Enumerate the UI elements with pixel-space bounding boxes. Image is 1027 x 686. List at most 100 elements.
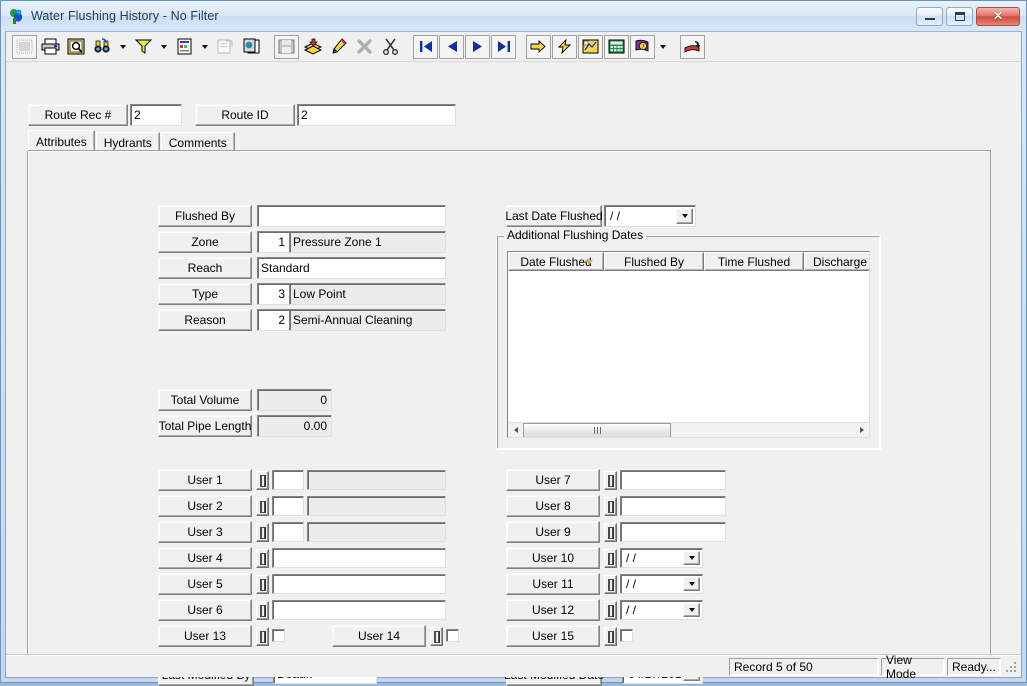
route-rec-field[interactable]: 2 (130, 104, 182, 126)
help-dropdown-button[interactable] (656, 35, 670, 59)
tab-attributes[interactable]: Attributes (28, 130, 95, 152)
scroll-left-button[interactable] (508, 423, 523, 438)
reach-field[interactable]: Standard (257, 257, 446, 279)
route-rec-label-button[interactable]: Route Rec # (28, 104, 128, 126)
tab-comments[interactable]: Comments (160, 132, 235, 152)
user-12-date-combo[interactable]: / / (620, 600, 703, 620)
grid-body[interactable] (508, 271, 869, 423)
export-icon[interactable] (680, 34, 705, 59)
user-8-lookup-icon[interactable] (604, 497, 617, 516)
user-5-text-field[interactable] (272, 574, 446, 594)
user-14-label-button[interactable]: User 14 (332, 625, 426, 647)
help-icon[interactable]: ? (630, 34, 655, 59)
reach-label-button[interactable]: Reach (158, 257, 252, 279)
scroll-right-button[interactable] (854, 423, 869, 438)
user-15-lookup-icon[interactable] (604, 627, 617, 646)
user-3-code-field[interactable] (272, 522, 304, 542)
last-record-icon[interactable] (491, 34, 516, 59)
flushed-by-label-button[interactable]: Flushed By (158, 205, 252, 227)
user-9-text-field[interactable] (620, 522, 726, 542)
zone-code-field[interactable]: 1 (257, 231, 290, 253)
report-icon[interactable] (172, 35, 197, 59)
cut-icon[interactable] (378, 35, 403, 59)
lightning-icon[interactable] (552, 34, 577, 59)
user-13-lookup-icon[interactable] (256, 627, 269, 646)
user-10-lookup-icon[interactable] (604, 549, 617, 568)
user-9-lookup-icon[interactable] (604, 523, 617, 542)
user-14-checkbox[interactable] (446, 629, 459, 642)
grid-column-date-flushed[interactable]: Date Flushed (508, 252, 604, 271)
tab-hydrants[interactable]: Hydrants (95, 132, 160, 152)
calculator-icon[interactable] (604, 34, 629, 59)
map-icon[interactable] (578, 34, 603, 59)
user-10-label-button[interactable]: User 10 (506, 547, 600, 569)
user-8-label-button[interactable]: User 8 (506, 495, 600, 517)
filter-icon[interactable] (131, 35, 156, 59)
user-4-label-button[interactable]: User 4 (158, 547, 252, 569)
find-dropdown-button[interactable] (116, 35, 130, 59)
user-7-label-button[interactable]: User 7 (506, 469, 600, 491)
user-7-text-field[interactable] (620, 470, 726, 490)
user-14-lookup-icon[interactable] (430, 627, 443, 646)
restore-button[interactable] (946, 6, 973, 26)
type-label-button[interactable]: Type (158, 283, 252, 305)
user-5-label-button[interactable]: User 5 (158, 573, 252, 595)
last-date-flushed-combo[interactable]: / / (604, 205, 696, 227)
user-1-lookup-icon[interactable] (256, 471, 269, 490)
user-1-code-field[interactable] (272, 470, 304, 490)
properties-icon[interactable] (213, 35, 238, 59)
last-date-flushed-label-button[interactable]: Last Date Flushed (505, 205, 603, 227)
scrollbar-thumb[interactable] (523, 422, 671, 437)
find-icon[interactable] (90, 35, 115, 59)
user-15-label-button[interactable]: User 15 (506, 625, 600, 647)
filter-dropdown-button[interactable] (157, 35, 171, 59)
user-3-lookup-icon[interactable] (256, 523, 269, 542)
print-icon[interactable] (38, 35, 63, 59)
previous-record-icon[interactable] (439, 34, 464, 59)
report-dropdown-button[interactable] (198, 35, 212, 59)
user-9-label-button[interactable]: User 9 (506, 521, 600, 543)
flushed-by-field[interactable] (257, 205, 446, 227)
grid-column-time-flushed[interactable]: Time Flushed (704, 252, 804, 271)
user-10-dropdown-button[interactable] (683, 551, 700, 565)
reason-code-field[interactable]: 2 (257, 309, 290, 331)
user-11-date-combo[interactable]: / / (620, 574, 703, 594)
reason-label-button[interactable]: Reason (158, 309, 252, 331)
route-id-field[interactable]: 2 (297, 104, 456, 126)
minimize-button[interactable] (916, 6, 943, 26)
route-id-label-button[interactable]: Route ID (195, 104, 295, 126)
flushing-dates-grid[interactable]: Date Flushed Flushed By Time Flushed Dis… (507, 251, 870, 438)
user-10-date-combo[interactable]: / / (620, 548, 703, 568)
user-4-lookup-icon[interactable] (256, 549, 269, 568)
next-record-icon[interactable] (465, 34, 490, 59)
user-6-lookup-icon[interactable] (256, 601, 269, 620)
user-15-checkbox[interactable] (620, 629, 633, 642)
user-8-text-field[interactable] (620, 496, 726, 516)
user-2-lookup-icon[interactable] (256, 497, 269, 516)
grid-column-discharge[interactable]: Discharge (804, 252, 869, 271)
user-6-text-field[interactable] (272, 600, 446, 620)
user-12-dropdown-button[interactable] (683, 603, 700, 617)
zone-label-button[interactable]: Zone (158, 231, 252, 253)
user-13-checkbox[interactable] (272, 629, 285, 642)
user-1-label-button[interactable]: User 1 (158, 469, 252, 491)
user-12-label-button[interactable]: User 12 (506, 599, 600, 621)
first-record-icon[interactable] (413, 34, 438, 59)
edit-record-icon[interactable] (326, 35, 351, 59)
grid-view-icon[interactable] (12, 34, 37, 59)
total-pipe-length-label-button[interactable]: Total Pipe Length (158, 415, 252, 437)
user-5-lookup-icon[interactable] (256, 575, 269, 594)
last-date-flushed-dropdown-button[interactable] (676, 208, 693, 224)
user-13-label-button[interactable]: User 13 (158, 625, 252, 647)
user-7-lookup-icon[interactable] (604, 471, 617, 490)
type-code-field[interactable]: 3 (257, 283, 290, 305)
save-icon[interactable] (274, 34, 299, 59)
delete-record-icon[interactable] (352, 35, 377, 59)
close-button[interactable]: ✕ (976, 6, 1020, 26)
user-12-lookup-icon[interactable] (604, 601, 617, 620)
user-2-code-field[interactable] (272, 496, 304, 516)
user-6-label-button[interactable]: User 6 (158, 599, 252, 621)
user-4-text-field[interactable] (272, 548, 446, 568)
print-preview-icon[interactable] (64, 35, 89, 59)
user-2-label-button[interactable]: User 2 (158, 495, 252, 517)
